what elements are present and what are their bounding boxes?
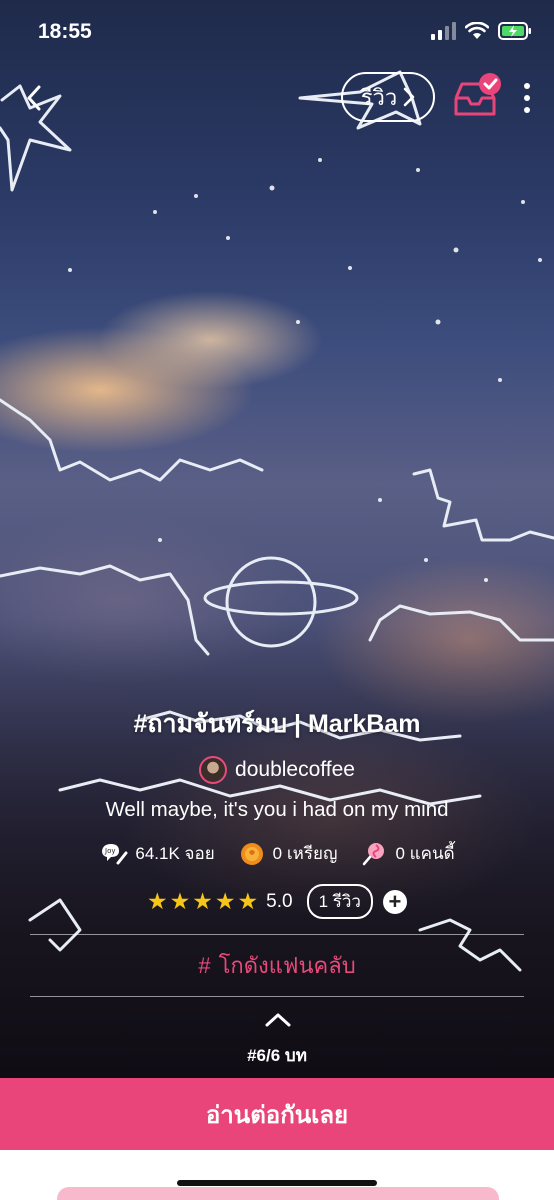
divider: [30, 996, 524, 997]
story-title: #ถามจันทร์มบ | MarkBam: [133, 710, 421, 738]
library-button[interactable]: [450, 70, 504, 122]
coins-count: 0 เหรียญ: [272, 844, 338, 863]
divider: [30, 934, 524, 935]
author-avatar: [199, 756, 228, 784]
home-indicator: [177, 1180, 377, 1186]
story-stats: Joy 64.1K จอย 0 เหรียญ 0 แคนดี้: [0, 840, 554, 867]
status-icons: [430, 22, 532, 40]
back-button[interactable]: [18, 78, 50, 118]
candies-count: 0 แคนดี้: [395, 844, 455, 863]
chapter-count: #6/6 บท: [247, 1046, 307, 1065]
candy-icon: [359, 841, 389, 867]
hash-icon: #: [198, 952, 211, 978]
bottom-card: [57, 1187, 499, 1200]
read-continue-button[interactable]: อ่านต่อกันเลย: [0, 1078, 554, 1150]
top-bar: รีวิว: [0, 70, 554, 126]
chevron-right-icon: [403, 87, 415, 107]
author-link[interactable]: doublecoffee: [0, 756, 554, 784]
review-button[interactable]: รีวิว: [341, 72, 435, 122]
wifi-icon: [465, 22, 489, 39]
joy-icon: Joy: [99, 841, 129, 867]
review-button-label: รีวิว: [360, 84, 398, 110]
story-tagline: Well maybe, it's you i had on my mind: [105, 798, 449, 821]
status-bar: 18:55: [0, 0, 554, 62]
add-review-button[interactable]: +: [382, 889, 407, 914]
battery-charging-icon: [498, 22, 531, 40]
expand-chapters-button[interactable]: [263, 1010, 293, 1030]
fanclub-label: โกดังแฟนคลับ: [218, 953, 356, 978]
rating-stars: ★★★★★: [147, 888, 261, 914]
more-options-button[interactable]: [515, 78, 539, 118]
chevron-up-icon: [265, 1013, 291, 1027]
rating-score: 5.0: [266, 890, 293, 912]
status-time: 18:55: [38, 20, 92, 43]
coin-icon: [237, 841, 267, 867]
inbox-check-icon: [454, 73, 501, 116]
chevron-left-icon: [27, 85, 41, 111]
author-name: doublecoffee: [235, 758, 355, 781]
views-count: 64.1K จอย: [135, 844, 215, 863]
review-count-button[interactable]: 1 รีวิว: [306, 884, 373, 919]
svg-text:Joy: Joy: [104, 847, 116, 855]
story-rating: ★★★★★ 5.0 1 รีวิว +: [0, 884, 554, 919]
signal-icon: [431, 22, 456, 40]
fanclub-link[interactable]: # โกดังแฟนคลับ: [0, 948, 554, 983]
